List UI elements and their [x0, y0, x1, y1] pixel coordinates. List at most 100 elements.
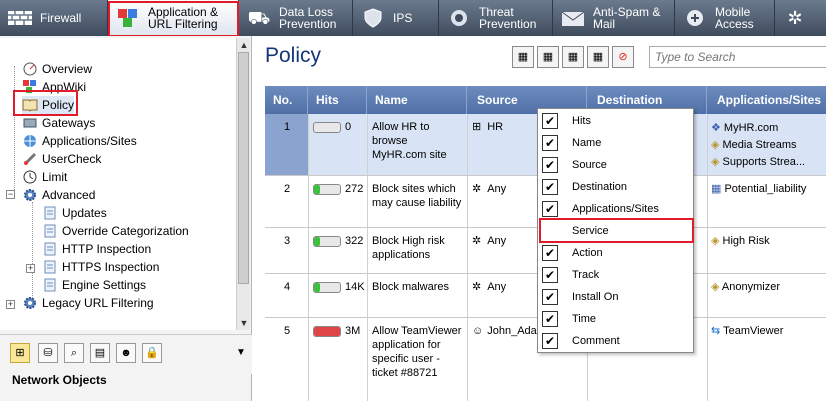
- expand-legacy-icon[interactable]: +: [6, 300, 15, 309]
- app-item: Supports Strea...: [722, 156, 806, 168]
- column-separator: [367, 114, 368, 401]
- tab-anti-spam-mail[interactable]: Anti-Spam & Mail: [553, 0, 675, 36]
- menu-item-hits[interactable]: ✔ Hits: [538, 110, 693, 132]
- page-icon: [42, 241, 58, 257]
- column-separator: [467, 114, 468, 401]
- tree-item-usercheck[interactable]: UserCheck: [22, 150, 101, 168]
- applications-icon: [22, 133, 38, 149]
- checkbox-checked-icon: ✔: [542, 289, 558, 305]
- app-item: MyHR.com: [723, 122, 779, 134]
- tree-item-applications-sites[interactable]: Applications/Sites: [22, 132, 137, 150]
- tag-icon: ◈: [711, 139, 723, 151]
- row-no: 2: [284, 183, 291, 195]
- scroll-down-icon[interactable]: ▼: [237, 316, 251, 330]
- app-item: Anonymizer: [721, 281, 780, 293]
- resources-icon[interactable]: ▤: [90, 343, 110, 363]
- tree-item-engine-settings[interactable]: Engine Settings: [42, 276, 146, 294]
- menu-item-time[interactable]: ✔ Time: [538, 308, 693, 330]
- tree-item-limit[interactable]: Limit: [22, 168, 67, 186]
- page-title: Policy: [265, 44, 322, 67]
- source-value: Any: [487, 235, 507, 247]
- menu-item-applications-sites[interactable]: ✔ Applications/Sites: [538, 198, 693, 220]
- usercheck-icon: [22, 151, 38, 167]
- rule-name: Allow TeamViewer application for specifi…: [372, 325, 462, 379]
- menu-item-comment[interactable]: ✔ Comment: [538, 330, 693, 352]
- brick-wall-icon: [6, 6, 34, 30]
- search-objects-icon[interactable]: ⌕: [64, 343, 84, 363]
- search-input[interactable]: [649, 46, 826, 68]
- hits-bar: [313, 235, 341, 247]
- any-icon: ✲: [472, 281, 482, 293]
- chevron-down-icon[interactable]: ▼: [236, 347, 246, 358]
- mobile-icon: [681, 6, 709, 30]
- row-no: 4: [284, 281, 291, 293]
- tab-ips[interactable]: IPS: [353, 0, 439, 36]
- teamviewer-icon: ⇆: [711, 325, 724, 337]
- limit-icon: [22, 169, 38, 185]
- delete-rule-button[interactable]: ⊘: [612, 46, 634, 68]
- tab-threat-prevention[interactable]: Threat Prevention: [439, 0, 553, 36]
- scroll-up-icon[interactable]: ▲: [237, 38, 251, 52]
- column-header-hits[interactable]: Hits: [308, 86, 367, 114]
- menu-item-install-on[interactable]: ✔ Install On: [538, 286, 693, 308]
- tree-item-https-inspection[interactable]: HTTPS Inspection: [42, 258, 159, 276]
- tree-scrollbar[interactable]: ▲ ▼: [236, 38, 250, 330]
- tag-icon: ◈: [711, 156, 723, 168]
- menu-item-source[interactable]: ✔ Source: [538, 154, 693, 176]
- tree-item-gateways[interactable]: Gateways: [22, 114, 95, 132]
- tab-more[interactable]: ✲: [775, 0, 826, 36]
- any-icon: ✲: [472, 183, 482, 195]
- policy-highlight: [13, 90, 78, 116]
- menu-item-action[interactable]: ✔ Action: [538, 242, 693, 264]
- source-value: HR: [487, 121, 504, 133]
- menu-item-destination[interactable]: ✔ Destination: [538, 176, 693, 198]
- hits-bar: [313, 281, 341, 293]
- services-icon[interactable]: ⛁: [38, 343, 58, 363]
- toolbar-button-3[interactable]: ▦: [562, 46, 584, 68]
- tree-item-updates[interactable]: Updates: [42, 204, 107, 222]
- network-objects-icon[interactable]: ⊞: [10, 343, 30, 363]
- users-icon[interactable]: ☻: [116, 343, 136, 363]
- hits-bar: [313, 183, 341, 195]
- tree-item-override-categorization[interactable]: Override Categorization: [42, 222, 189, 240]
- collapse-advanced-icon[interactable]: −: [6, 190, 15, 199]
- page-icon: [42, 259, 58, 275]
- lock-icon[interactable]: 🔒: [142, 343, 162, 363]
- toolbar-button-2[interactable]: ▦: [537, 46, 559, 68]
- source-value: Any: [487, 183, 507, 195]
- hits-bar: [313, 325, 341, 337]
- toolbar-button-4[interactable]: ▦: [587, 46, 609, 68]
- rule-name: Block sites which may cause liability: [372, 183, 462, 209]
- rule-name: Block High risk applications: [372, 235, 445, 261]
- toolbar-button-1[interactable]: ▦: [512, 46, 534, 68]
- tree-item-http-inspection[interactable]: HTTP Inspection: [42, 240, 151, 258]
- tab-data-loss-prevention[interactable]: ⛟ Data Loss Prevention: [239, 0, 353, 36]
- column-header-applications-sites[interactable]: Applications/Sites: [707, 86, 826, 114]
- checkbox-checked-icon: ✔: [542, 267, 558, 283]
- source-value: John_Ada: [487, 325, 537, 337]
- tab-mobile-access[interactable]: Mobile Access: [675, 0, 775, 36]
- scroll-thumb[interactable]: [238, 52, 249, 284]
- hits-count: 0: [345, 121, 352, 133]
- expand-https-icon[interactable]: +: [26, 264, 35, 273]
- tree-item-advanced[interactable]: Advanced: [22, 186, 95, 204]
- menu-item-track[interactable]: ✔ Track: [538, 264, 693, 286]
- hits-count: 322: [345, 235, 364, 247]
- column-header-name[interactable]: Name: [367, 86, 467, 114]
- checkbox-checked-icon: ✔: [542, 311, 558, 327]
- object-toolbar: ⊞ ⛁ ⌕ ▤ ☻ 🔒 ▼: [0, 334, 252, 374]
- tab-firewall[interactable]: Firewall: [0, 0, 108, 36]
- tree-item-legacy-url-filtering[interactable]: Legacy URL Filtering: [22, 294, 154, 312]
- gear-icon: [22, 295, 38, 311]
- checkbox-checked-icon: ✔: [542, 201, 558, 217]
- menu-item-name[interactable]: ✔ Name: [538, 132, 693, 154]
- tree-item-overview[interactable]: Overview: [22, 60, 92, 78]
- tag-icon: ◈: [711, 235, 723, 247]
- checkbox-checked-icon: ✔: [542, 245, 558, 261]
- checkbox-checked-icon: ✔: [542, 135, 558, 151]
- service-highlight: [539, 218, 694, 243]
- navigation-tree: − + + Overview AppWiki Policy Gateways A…: [0, 38, 236, 330]
- app-item: TeamViewer: [723, 325, 784, 337]
- hits-count: 3M: [345, 325, 361, 337]
- column-header-no[interactable]: No.: [265, 86, 308, 114]
